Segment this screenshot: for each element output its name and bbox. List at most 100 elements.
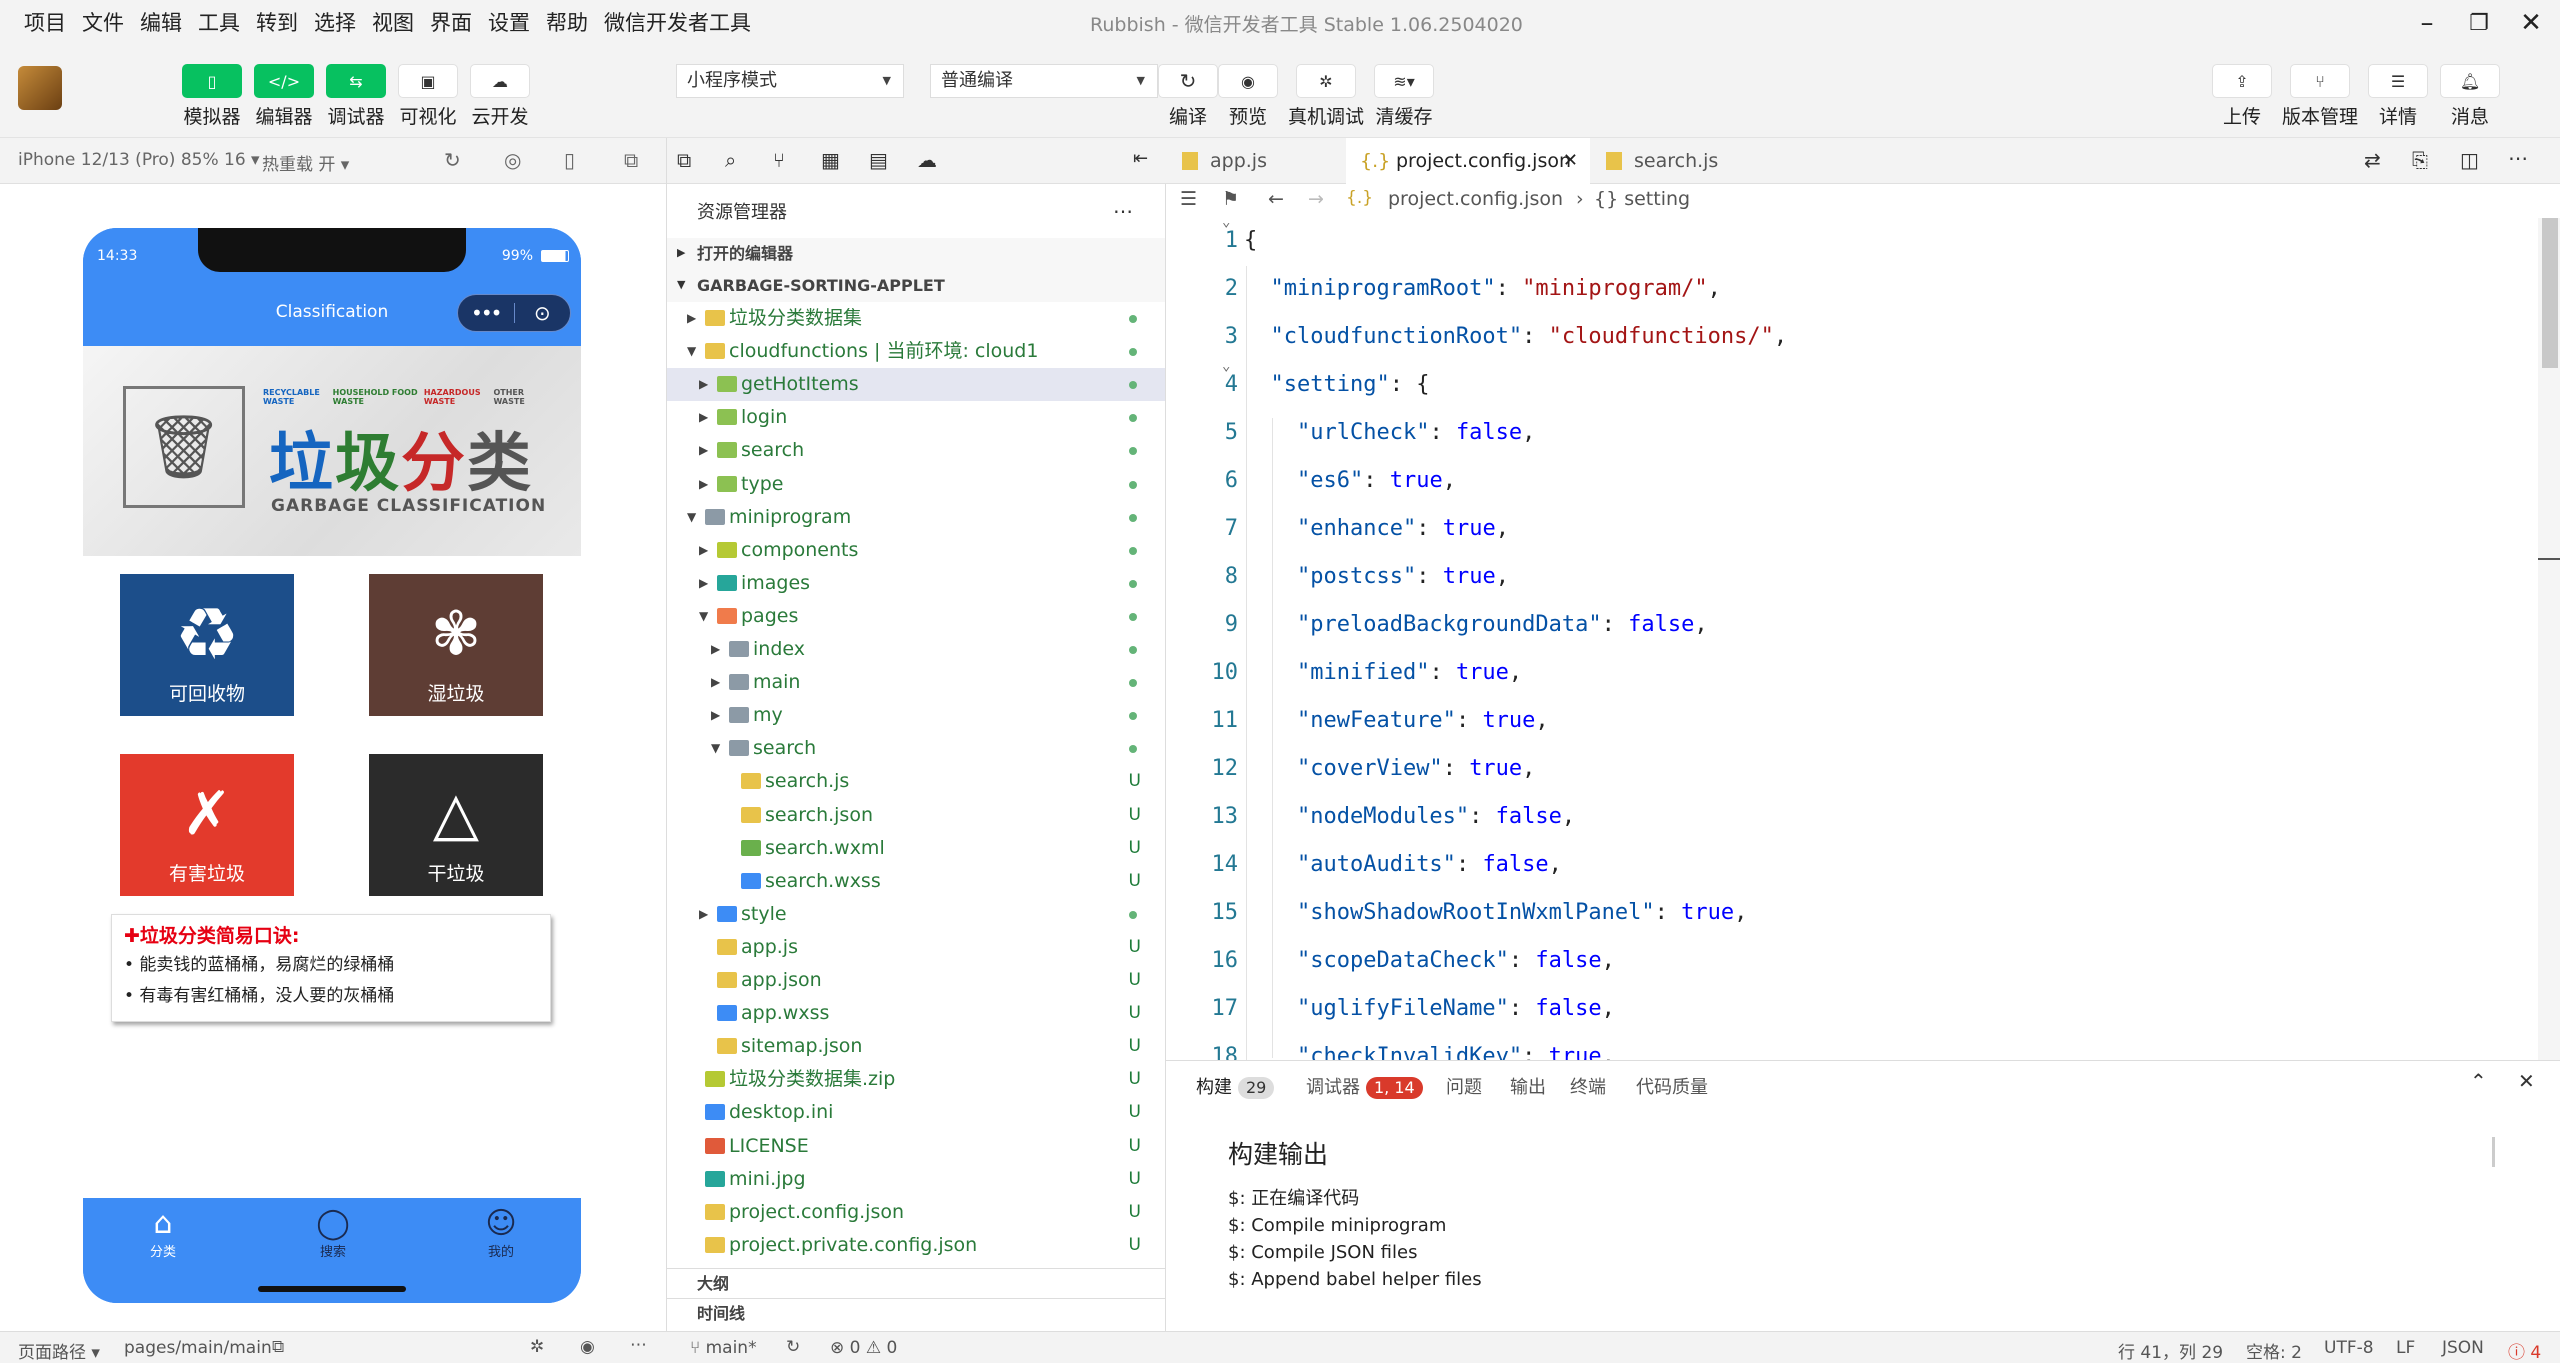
cloud-button[interactable]: ☁ (470, 64, 530, 98)
category-wet[interactable]: ✾ 湿垃圾 (369, 574, 543, 716)
search-icon[interactable]: ⌕ (725, 148, 736, 172)
problems-status[interactable]: ⊗ 0 ⚠ 0 (830, 1338, 897, 1358)
tree-item[interactable]: ▶ main (667, 666, 1165, 699)
project-section[interactable]: GARBAGE-SORTING-APPLET (667, 270, 1165, 302)
tab-search[interactable]: ◯ 搜索 (293, 1206, 373, 1260)
menu-item[interactable]: 编辑 (132, 8, 190, 38)
tab-problems[interactable]: 问题 (1446, 1073, 1482, 1099)
tree-item[interactable]: project.private.config.json U (667, 1229, 1165, 1262)
tab-debugger[interactable]: 调试器 1, 14 (1306, 1073, 1423, 1099)
tree-item[interactable]: ▶ 垃圾分类数据集 (667, 302, 1165, 335)
eye-icon[interactable]: ◉ (580, 1337, 595, 1357)
timeline-section[interactable]: 时间线 (667, 1298, 1165, 1328)
tree-item[interactable]: search.json U (667, 799, 1165, 832)
category-recyclable[interactable]: ♻ 可回收物 (120, 574, 294, 716)
tree-item[interactable]: LICENSE U (667, 1130, 1165, 1163)
git-icon[interactable]: ⑂ (773, 148, 785, 172)
extensions-icon[interactable]: ▦ (821, 148, 840, 172)
more-icon[interactable]: ••• (458, 301, 514, 325)
tree-item[interactable]: desktop.ini U (667, 1096, 1165, 1129)
split-icon[interactable]: ◫ (2460, 148, 2479, 172)
visual-toggle[interactable]: ▣ (398, 64, 458, 98)
close-window-button[interactable]: ✕ (2508, 4, 2554, 42)
tree-item[interactable]: ▶ images (667, 567, 1165, 600)
mode-select[interactable]: 小程序模式 ▼ (676, 64, 904, 98)
compare-icon[interactable]: ⇄ (2364, 148, 2381, 172)
tree-item[interactable]: ▶ style (667, 898, 1165, 931)
editor-toggle[interactable]: </> (254, 64, 314, 98)
tree-item[interactable]: ▼ pages (667, 600, 1165, 633)
menu-item[interactable]: 微信开发者工具 (596, 8, 759, 38)
menu-item[interactable]: 项目 (16, 8, 74, 38)
compile-button[interactable]: ↻ (1158, 64, 1218, 98)
tab-code-quality[interactable]: 代码质量 (1636, 1073, 1708, 1099)
editor-scrollbar[interactable] (2538, 218, 2560, 1060)
real-debug-button[interactable]: ✲ (1296, 64, 1356, 98)
minimize-button[interactable]: – (2404, 4, 2450, 42)
menu-item[interactable]: 文件 (74, 8, 132, 38)
fold-icon[interactable]: ⌄ (1222, 358, 1230, 374)
encoding[interactable]: UTF-8 (2324, 1338, 2374, 1358)
forward-icon[interactable]: → (1308, 188, 1324, 210)
chevron-up-icon[interactable]: ⌃ (2470, 1069, 2487, 1093)
tree-item[interactable]: ▶ index (667, 633, 1165, 666)
tree-item[interactable]: project.config.json U (667, 1196, 1165, 1229)
tab-classify[interactable]: ⌂ 分类 (123, 1206, 203, 1260)
tree-item[interactable]: ▶ type (667, 468, 1165, 501)
sync-icon[interactable]: ↻ (786, 1337, 800, 1357)
bug-icon[interactable]: ✲ (530, 1337, 544, 1357)
menu-item[interactable]: 界面 (422, 8, 480, 38)
tab-search-js[interactable]: search.js (1590, 138, 1760, 184)
menu-item[interactable]: 工具 (190, 8, 248, 38)
tab-app-js[interactable]: app.js (1166, 138, 1346, 184)
code-editor[interactable]: 1{2 "miniprogramRoot": "miniprogram/", 3 … (1166, 218, 2538, 1060)
back-icon[interactable]: ← (1268, 188, 1284, 210)
fold-icon[interactable]: ⌄ (1222, 218, 1230, 230)
tree-item[interactable]: search.wxml U (667, 832, 1165, 865)
tree-item[interactable]: search.js U (667, 765, 1165, 798)
hotreload-select[interactable]: 热重载 开 ▾ (262, 150, 349, 175)
tree-item[interactable]: ▶ login (667, 401, 1165, 434)
tree-item[interactable]: sitemap.json U (667, 1030, 1165, 1063)
debugger-toggle[interactable]: ⇆ (326, 64, 386, 98)
more-icon[interactable]: ⋯ (2508, 146, 2528, 170)
breadcrumb-symbol[interactable]: {} setting (1594, 188, 1690, 210)
breadcrumb-file[interactable]: project.config.json (1388, 188, 1563, 210)
device-select[interactable]: iPhone 12/13 (Pro) 85% 16 ▾ (18, 150, 260, 170)
outline-section[interactable]: 大纲 (667, 1268, 1165, 1298)
close-mini-icon[interactable]: ⊙ (514, 301, 570, 325)
refresh-icon[interactable]: ↻ (444, 148, 461, 172)
tree-item[interactable]: search.wxss U (667, 865, 1165, 898)
tree-item[interactable]: ▶ my (667, 699, 1165, 732)
compile-mode-select[interactable]: 普通编译 ▼ (930, 64, 1158, 98)
tree-item[interactable]: ▶ components (667, 534, 1165, 567)
tab-project-config[interactable]: {.} project.config.json ✕ (1346, 138, 1590, 184)
category-hazardous[interactable]: ✗ 有害垃圾 (120, 754, 294, 896)
menu-item[interactable]: 选择 (306, 8, 364, 38)
tree-item[interactable]: mini.jpg U (667, 1163, 1165, 1196)
tree-item[interactable]: ▶ getHotItems (667, 368, 1165, 402)
tree-item[interactable]: ▼ cloudfunctions | 当前环境: cloud1 (667, 335, 1165, 368)
menu-item[interactable]: 视图 (364, 8, 422, 38)
avatar[interactable] (18, 66, 62, 110)
open-file-icon[interactable]: ⎘ (2412, 148, 2428, 172)
preview-button[interactable]: ◉ (1218, 64, 1278, 98)
details-button[interactable]: ☰ (2368, 64, 2428, 98)
upload-button[interactable]: ⇪ (2212, 64, 2272, 98)
version-button[interactable]: ⑂ (2290, 64, 2350, 98)
category-dry[interactable]: △ 干垃圾 (369, 754, 543, 896)
indent-setting[interactable]: 空格: 2 (2246, 1338, 2302, 1363)
cursor-position[interactable]: 行 41，列 29 (2118, 1338, 2223, 1363)
alerts-status[interactable]: ⓘ 4 (2508, 1338, 2541, 1363)
open-editors-section[interactable]: 打开的编辑器 (667, 238, 1165, 270)
close-panel-icon[interactable]: ✕ (2518, 1069, 2535, 1093)
clear-cache-button[interactable]: ≋▾ (1374, 64, 1434, 98)
tab-terminal[interactable]: 终端 (1570, 1073, 1606, 1099)
popout-icon[interactable]: ⧉ (624, 148, 638, 172)
panel-scrollbar[interactable] (2492, 1137, 2495, 1167)
tree-item[interactable]: app.js U (667, 931, 1165, 964)
more-icon[interactable]: … (1113, 194, 1133, 218)
tab-build[interactable]: 构建 29 (1196, 1073, 1275, 1099)
menu-item[interactable]: 设置 (480, 8, 538, 38)
page-path-select[interactable]: 页面路径 ▾ (18, 1338, 100, 1363)
